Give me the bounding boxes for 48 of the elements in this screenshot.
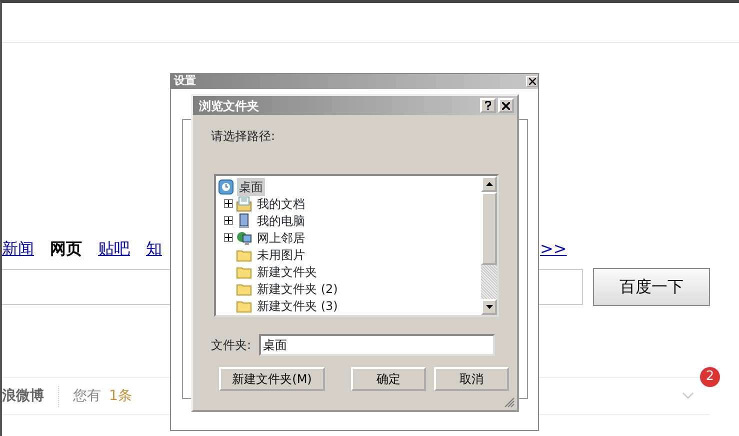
tree-item[interactable]: 我的电脑 — [255, 212, 307, 230]
close-button[interactable] — [498, 98, 514, 113]
nav-link-text[interactable]: 网页 — [50, 237, 82, 261]
search-button[interactable]: 百度一下 — [593, 268, 710, 306]
bar-title: 浪微博 — [2, 386, 59, 406]
tree-item[interactable]: 新建文件夹 (2) — [255, 280, 340, 298]
resize-grip-icon[interactable] — [504, 397, 515, 408]
nav-link-text[interactable]: 新闻 — [2, 237, 34, 261]
scrollbar[interactable] — [481, 176, 497, 315]
dialog-button[interactable]: 取消 — [434, 367, 509, 391]
close-button[interactable] — [526, 76, 538, 87]
field-label: 文件夹: — [211, 337, 252, 354]
nav-link-text[interactable]: 知 — [146, 237, 162, 261]
down-arrow-icon — [486, 305, 492, 309]
network-icon — [236, 230, 252, 246]
folder-field[interactable]: 桌面 — [259, 334, 496, 356]
expand-toggle[interactable] — [224, 233, 233, 242]
tree-item[interactable]: 未用图片 — [255, 246, 307, 264]
notification-badge: 2 — [700, 367, 720, 387]
tree-item[interactable]: 桌面 — [237, 178, 265, 196]
plus-icon — [225, 217, 232, 224]
scroll-thumb[interactable] — [481, 192, 497, 265]
expand-toggle[interactable] — [224, 199, 233, 208]
close-icon — [528, 78, 536, 85]
expand-toggle[interactable] — [224, 216, 233, 225]
scroll-down-button[interactable] — [481, 299, 497, 315]
folder-tree[interactable]: 桌面 我的文档 我的电脑 网上邻居 未用图片 新建文件夹 新建文件夹 (2) 新建文件夹 (3) — [214, 174, 499, 317]
help-icon — [485, 101, 491, 110]
nav-link-text[interactable]: 贴吧 — [98, 237, 130, 261]
dialog-title: 浏览文件夹 — [199, 98, 259, 114]
plus-icon — [225, 234, 232, 241]
plus-icon — [225, 200, 232, 207]
prompt-text: 请选择路径: — [211, 128, 276, 145]
tree-item[interactable]: 网上邻居 — [255, 228, 307, 246]
up-arrow-icon — [486, 182, 492, 186]
more-link[interactable]: >> — [540, 237, 567, 261]
close-icon — [502, 102, 510, 110]
help-button[interactable] — [480, 98, 496, 113]
message-text: 您有 — [73, 386, 101, 406]
dialog-button[interactable]: 新建文件夹(M) — [219, 367, 325, 391]
tree-item[interactable]: 我的文档 — [255, 194, 307, 212]
tree-item[interactable]: 新建文件夹 — [255, 262, 319, 280]
dialog-button[interactable]: 确定 — [351, 367, 426, 391]
dialog-title: 设置 — [174, 73, 196, 90]
scroll-up-button[interactable] — [481, 176, 497, 192]
computer-icon — [236, 212, 252, 228]
documents-folder-icon — [236, 196, 252, 212]
tree-item[interactable]: 新建文件夹 (3) — [255, 296, 340, 314]
